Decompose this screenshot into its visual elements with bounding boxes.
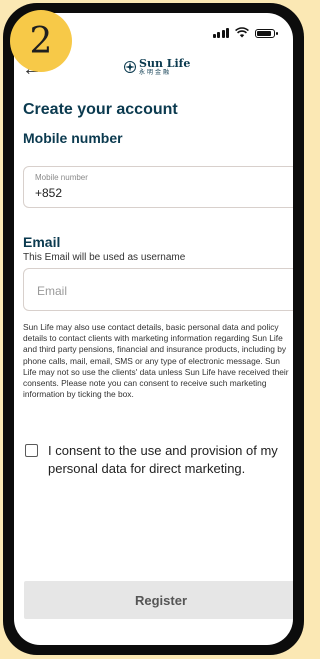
mobile-field-value: +852 xyxy=(35,186,63,200)
marketing-disclaimer: Sun Life may also use contact details, b… xyxy=(23,322,289,400)
mobile-number-field[interactable]: Mobile number +852 xyxy=(23,166,293,208)
email-field[interactable] xyxy=(23,268,293,311)
signal-icon xyxy=(212,28,229,38)
sun-life-logo-icon xyxy=(124,61,136,73)
logo-text-en: Sun Life xyxy=(139,57,191,70)
register-button[interactable]: Register xyxy=(24,581,293,619)
step-number-badge: 2 xyxy=(10,10,72,72)
mobile-section-title: Mobile number xyxy=(23,130,123,146)
wifi-icon xyxy=(235,27,249,38)
sun-life-logo: Sun Life 永明金融 xyxy=(124,58,190,76)
status-icons xyxy=(212,27,278,38)
app-screen: ← Sun Life 永明金融 Create your account Mobi… xyxy=(14,13,293,645)
consent-checkbox[interactable] xyxy=(25,444,38,457)
email-section-title: Email xyxy=(23,234,61,250)
page-title: Create your account xyxy=(23,101,178,118)
registration-form: Create your account Mobile number Mobile… xyxy=(23,101,293,476)
mobile-field-label: Mobile number xyxy=(35,173,88,182)
battery-icon xyxy=(255,29,278,38)
logo-text: Sun Life 永明金融 xyxy=(139,58,190,76)
email-hint: This Email will be used as username xyxy=(23,252,186,263)
email-input[interactable] xyxy=(35,283,279,299)
consent-option[interactable]: I consent to the use and provision of my… xyxy=(25,442,293,478)
home-indicator xyxy=(104,635,204,639)
logo-text-zh: 永明金融 xyxy=(139,69,172,76)
consent-label: I consent to the use and provision of my… xyxy=(48,443,278,476)
phone-frame: ← Sun Life 永明金融 Create your account Mobi… xyxy=(3,3,304,655)
